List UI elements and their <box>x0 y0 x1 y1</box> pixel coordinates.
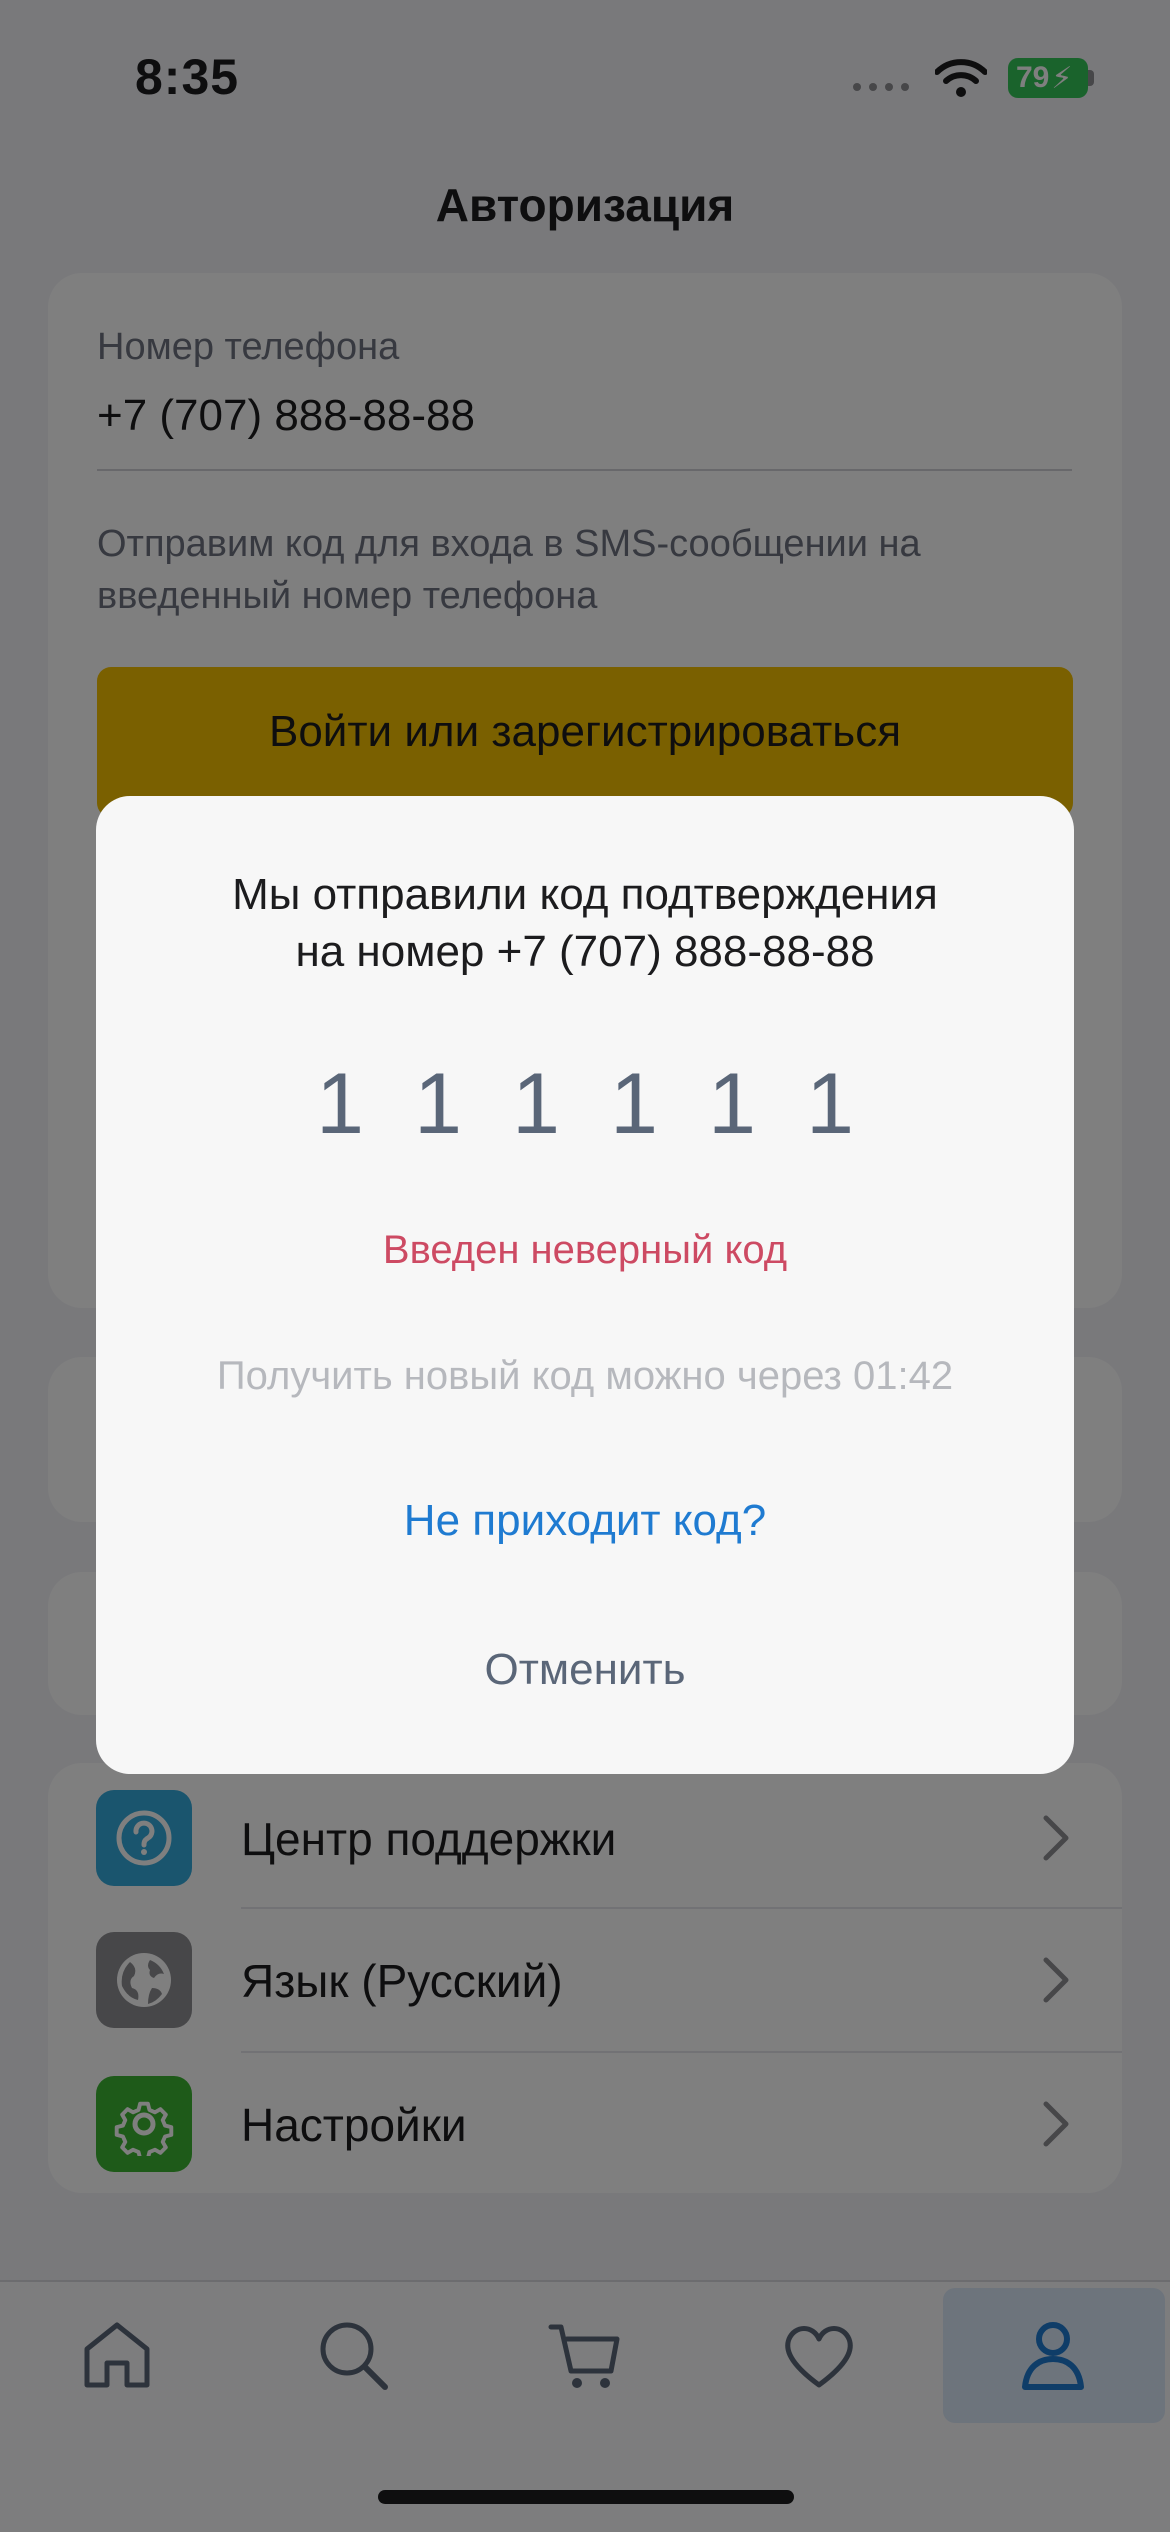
dialog-title: Мы отправили код подтверждения на номер … <box>96 866 1074 980</box>
code-not-received-link[interactable]: Не приходит код? <box>96 1496 1074 1546</box>
code-digit: 1 <box>512 1056 560 1152</box>
code-digit: 1 <box>708 1056 756 1152</box>
code-digit: 1 <box>610 1056 658 1152</box>
resend-timer-text: Получить новый код можно через 01:42 <box>216 1354 954 1398</box>
code-digit: 1 <box>414 1056 462 1152</box>
code-input[interactable]: 1 1 1 1 1 1 <box>96 1055 1074 1154</box>
code-error-message: Введен неверный код <box>382 1228 788 1272</box>
dialog-title-line1: Мы отправили код подтверждения <box>232 870 938 919</box>
code-digit: 1 <box>316 1056 364 1152</box>
code-digit: 1 <box>806 1056 854 1152</box>
dialog-title-line2: на номер +7 (707) 888-88-88 <box>295 927 875 976</box>
cancel-button[interactable]: Отменить <box>96 1645 1074 1695</box>
